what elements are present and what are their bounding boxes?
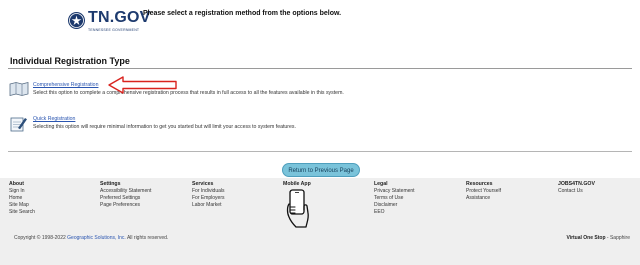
footer-column-services: Services For Individuals For Employers L… [192, 181, 225, 209]
footer-link-terms[interactable]: Terms of Use [374, 195, 415, 202]
footer-heading: JOBS4TN.GOV [558, 181, 595, 187]
comprehensive-registration-link[interactable]: Comprehensive Registration [33, 82, 98, 88]
tn-gov-logo[interactable]: TN.GOV TENNESSEE GOVERNMENT [68, 9, 150, 36]
footer-column-jobs4tn: JOBS4TN.GOV Contact Us [558, 181, 595, 195]
footer-link-site-search[interactable]: Site Search [9, 209, 35, 216]
copyright-text: Copyright © 1998-2022 Geographic Solutio… [14, 235, 168, 241]
footer-link-sign-in[interactable]: Sign In [9, 188, 35, 195]
footer-link-home[interactable]: Home [9, 195, 35, 202]
divider [8, 68, 632, 69]
logo-subtext: TENNESSEE GOVERNMENT [88, 28, 140, 32]
footer-link-site-map[interactable]: Site Map [9, 202, 35, 209]
red-arrow-annotation [108, 76, 177, 94]
quick-registration-link[interactable]: Quick Registration [33, 116, 75, 122]
footer-link-individuals[interactable]: For Individuals [192, 188, 225, 195]
copyright-prefix: Copyright © 1998-2022 [14, 235, 66, 241]
divider [8, 151, 632, 152]
vos-brand: Virtual One Stop [566, 235, 606, 241]
quick-registration-description: Selecting this option will require minim… [33, 124, 296, 130]
footer-link-employers[interactable]: For Employers [192, 195, 225, 202]
virtual-one-stop-brand: Virtual One Stop - Sapphire [566, 235, 630, 241]
footer-link-labor-market[interactable]: Labor Market [192, 202, 225, 209]
footer-column-legal: Legal Privacy Statement Terms of Use Dis… [374, 181, 415, 216]
vos-suffix: - Sapphire [606, 235, 630, 241]
page-header: TN.GOV TENNESSEE GOVERNMENT Please selec… [0, 0, 640, 40]
footer-heading: Mobile App [283, 181, 311, 187]
footer-link-protect-yourself[interactable]: Protect Yourself [466, 188, 501, 195]
return-to-previous-page-button[interactable]: Return to Previous Page [282, 163, 360, 177]
section-title: Individual Registration Type [10, 56, 130, 66]
footer-link-assistance[interactable]: Assistance [466, 195, 501, 202]
mobile-phone-hand-icon[interactable] [286, 189, 312, 229]
tn-seal-icon [68, 12, 85, 29]
footer-heading: Settings [100, 181, 121, 187]
footer-column-about: About Sign In Home Site Map Site Search [9, 181, 35, 216]
footer-column-settings: Settings Accessibility Statement Preferr… [100, 181, 151, 209]
footer-link-privacy[interactable]: Privacy Statement [374, 188, 415, 195]
logo-text: TN.GOV [88, 9, 151, 26]
footer-heading: Legal [374, 181, 388, 187]
footer-heading: About [9, 181, 24, 187]
footer-column-resources: Resources Protect Yourself Assistance [466, 181, 501, 202]
footer-link-page-preferences[interactable]: Page Preferences [100, 202, 151, 209]
footer-link-accessibility[interactable]: Accessibility Statement [100, 188, 151, 195]
footer-heading: Services [192, 181, 214, 187]
document-pen-icon [10, 117, 27, 132]
company-link[interactable]: Geographic Solutions, Inc. [67, 235, 126, 241]
footer-heading: Resources [466, 181, 493, 187]
map-book-icon [9, 82, 29, 96]
instruction-text: Please select a registration method from… [143, 10, 342, 17]
footer-link-contact-us[interactable]: Contact Us [558, 188, 595, 195]
comprehensive-registration-description: Select this option to complete a compreh… [33, 90, 344, 96]
footer-link-preferred-settings[interactable]: Preferred Settings [100, 195, 151, 202]
footer-column-mobile-app: Mobile App [283, 181, 311, 188]
copyright-suffix: All rights reserved. [126, 235, 169, 241]
site-footer: About Sign In Home Site Map Site Search … [0, 178, 640, 265]
footer-link-eeo[interactable]: EEO [374, 209, 415, 216]
footer-link-disclaimer[interactable]: Disclaimer [374, 202, 415, 209]
